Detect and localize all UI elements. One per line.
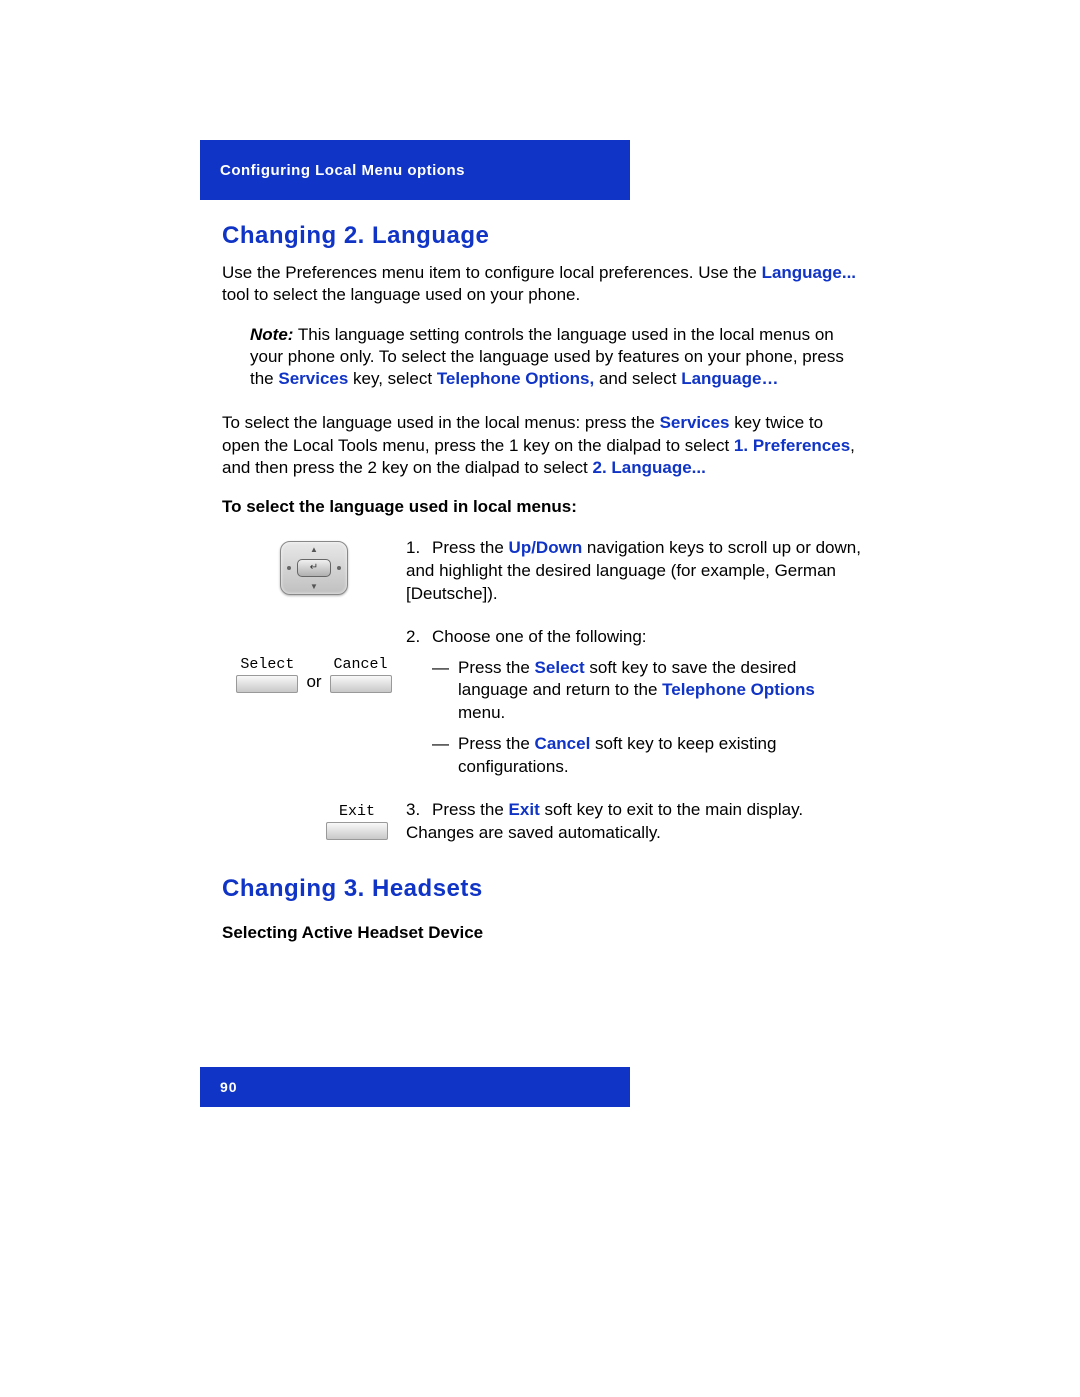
exit-label: Exit xyxy=(339,803,375,820)
intro-text-b: tool to select the language used on your… xyxy=(222,285,580,304)
or-label: or xyxy=(306,656,321,692)
step2b-bullet: — Press the Cancel soft key to keep exis… xyxy=(432,733,862,779)
step-3-row: Exit 3.Press the Exit soft key to exit t… xyxy=(222,799,862,845)
step-2-text: 2.Choose one of the following: — Press t… xyxy=(406,626,862,780)
subheading: To select the language used in local men… xyxy=(222,497,862,517)
select-softkey: Select xyxy=(236,656,298,693)
step1-a: Press the xyxy=(432,538,509,557)
step2b-cancel: Cancel xyxy=(535,734,591,753)
note-text-3: and select xyxy=(594,369,681,388)
language-link: Language... xyxy=(762,263,856,282)
step-1-text: 1.Press the Up/Down navigation keys to s… xyxy=(406,537,862,606)
intro-paragraph: Use the Preferences menu item to configu… xyxy=(222,262,862,306)
step2a-a: Press the xyxy=(458,658,535,677)
para2: To select the language used in the local… xyxy=(222,412,862,478)
note-lang: Language… xyxy=(681,369,778,388)
cancel-button-icon xyxy=(330,675,392,693)
page-content: Changing 2. Language Use the Preferences… xyxy=(222,222,862,963)
step-3-text: 3.Press the Exit soft key to exit to the… xyxy=(406,799,862,845)
nav-center-icon: ↵ xyxy=(297,559,331,577)
note-label: Note: xyxy=(250,325,293,344)
step2a-select: Select xyxy=(535,658,585,677)
step-1-icon-col: ▲ ▼ ↵ xyxy=(222,537,406,595)
section2-heading: Changing 3. Headsets xyxy=(222,875,862,903)
para2-lang: 2. Language... xyxy=(592,458,705,477)
step3-a: Press the xyxy=(432,800,509,819)
section2-subheading: Selecting Active Headset Device xyxy=(222,923,862,943)
dash-icon: — xyxy=(432,657,458,726)
nav-up-icon: ▲ xyxy=(310,545,318,554)
nav-right-icon xyxy=(337,566,341,570)
step-2-number: 2. xyxy=(406,626,432,649)
page-footer-bar: 90 xyxy=(200,1067,630,1107)
step-3-number: 3. xyxy=(406,799,432,822)
intro-text-a: Use the Preferences menu item to configu… xyxy=(222,263,762,282)
nav-down-icon: ▼ xyxy=(310,582,318,591)
note-block: Note: This language setting controls the… xyxy=(250,324,862,390)
step-1-number: 1. xyxy=(406,537,432,560)
select-button-icon xyxy=(236,675,298,693)
step2a-bullet: — Press the Select soft key to save the … xyxy=(432,657,862,726)
navigation-pad-icon: ▲ ▼ ↵ xyxy=(280,541,348,595)
exit-button-icon xyxy=(326,822,388,840)
exit-softkey: Exit xyxy=(326,803,388,840)
softkey-group: Select or Cancel xyxy=(236,656,391,693)
step-2-row: Select or Cancel 2.Choose one of the fol… xyxy=(222,626,862,780)
step1-updown: Up/Down xyxy=(509,538,583,557)
cancel-label: Cancel xyxy=(334,656,388,673)
step-1-row: ▲ ▼ ↵ 1.Press the Up/Down navigation key… xyxy=(222,537,862,606)
para2-services: Services xyxy=(660,413,730,432)
cancel-softkey: Cancel xyxy=(330,656,392,693)
section1-heading: Changing 2. Language xyxy=(222,222,862,250)
note-text-2: key, select xyxy=(348,369,437,388)
step2-text: Choose one of the following: xyxy=(432,627,647,646)
nav-left-icon xyxy=(287,566,291,570)
step-2-icon-col: Select or Cancel xyxy=(222,626,406,693)
page-header-bar: Configuring Local Menu options xyxy=(200,140,630,200)
page-header-title: Configuring Local Menu options xyxy=(220,162,465,179)
dash-icon: — xyxy=(432,733,458,779)
note-telopt: Telephone Options, xyxy=(437,369,594,388)
para2-a: To select the language used in the local… xyxy=(222,413,660,432)
step2a-telopt: Telephone Options xyxy=(662,680,815,699)
note-services: Services xyxy=(278,369,348,388)
step2b-a: Press the xyxy=(458,734,535,753)
page-number: 90 xyxy=(220,1079,238,1095)
step3-exit: Exit xyxy=(509,800,540,819)
select-label: Select xyxy=(240,656,294,673)
para2-prefs: 1. Preferences xyxy=(734,436,850,455)
step-3-icon-col: Exit xyxy=(222,799,406,840)
step2a-c: menu. xyxy=(458,703,505,722)
